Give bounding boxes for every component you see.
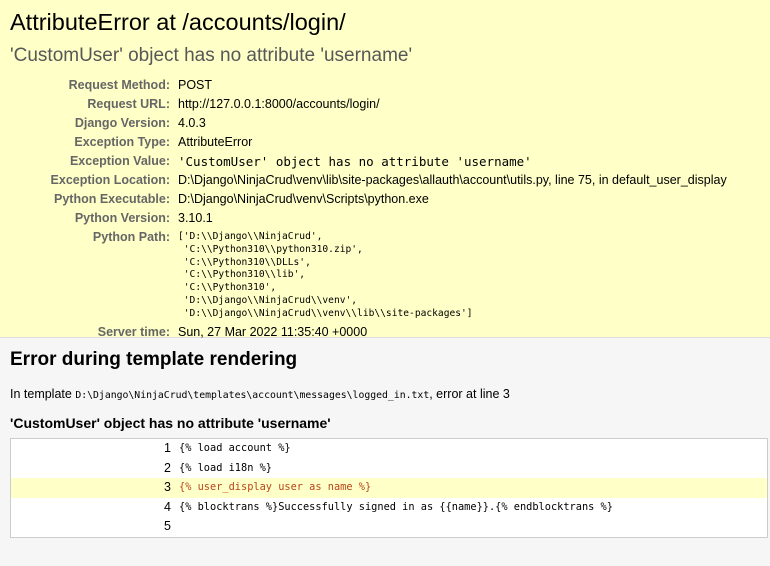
meta-value: 3.10.1 xyxy=(178,211,213,225)
meta-label: Python Path: xyxy=(92,230,170,244)
template-error-heading: Error during template rendering xyxy=(10,349,298,370)
meta-label: Exception Location: xyxy=(50,173,170,187)
meta-row: Python Version: 3.10.1 xyxy=(10,209,727,228)
meta-value: D:\Django\NinjaCrud\venv\lib\site-packag… xyxy=(178,173,727,187)
meta-value: 4.0.3 xyxy=(178,116,206,130)
template-source-table: 1 {% load account %} 2 {% load i18n %} 3 {% u… xyxy=(10,438,768,538)
source-line-error: 3 {% user_display user as name %} xyxy=(10,478,768,498)
intro-suffix: , error at line 3 xyxy=(429,387,510,401)
line-number: 4 xyxy=(164,499,171,514)
source-line: 1 {% load account %} xyxy=(11,439,768,459)
meta-label: Django Version: xyxy=(74,116,170,130)
line-code xyxy=(179,517,768,537)
meta-row: Django Version: 4.0.3 xyxy=(10,114,727,133)
line-code: {% blocktrans %}Successfully signed in a… xyxy=(179,500,613,513)
request-meta-table: Request Method: POST Request URL: http://12… xyxy=(10,76,727,342)
python-path-list: ['D:\\Django\\NinjaCrud', 'C:\\Python310… xyxy=(178,231,473,319)
error-summary: AttributeError at /accounts/login/ 'Cust… xyxy=(0,0,770,339)
error-title: AttributeError at /accounts/login/ xyxy=(10,9,346,35)
source-line: 5 xyxy=(11,517,768,537)
meta-value: http://127.0.0.1:8000/accounts/login/ xyxy=(178,97,380,111)
line-number: 3 xyxy=(10,478,179,498)
meta-row: Exception Type: AttributeError xyxy=(10,133,727,152)
line-code: {% load account %} xyxy=(179,442,291,454)
meta-label: Exception Type: xyxy=(74,135,170,149)
meta-row: Exception Location: D:\Django\NinjaCrud\v… xyxy=(10,171,727,190)
meta-value: 'CustomUser' object has no attribute 'us… xyxy=(178,154,532,169)
line-code: {% load i18n %} xyxy=(179,461,272,474)
meta-row: Exception Value: 'CustomUser' object has … xyxy=(10,152,727,171)
line-number: 1 xyxy=(164,441,171,455)
meta-label: Python Version: xyxy=(74,211,170,225)
meta-label: Request Method: xyxy=(68,78,170,92)
error-subtitle: 'CustomUser' object has no attribute 'us… xyxy=(10,45,413,66)
line-number: 5 xyxy=(164,519,171,533)
source-line: 4 {% blocktrans %}Successfully signed in … xyxy=(11,498,768,518)
template-path: D:\Django\NinjaCrud\templates\account\me… xyxy=(75,390,430,401)
meta-row: Request Method: POST xyxy=(10,76,727,95)
meta-value: ['D:\\Django\\NinjaCrud', 'C:\\Python310… xyxy=(178,228,727,323)
meta-row-python-path: Python Path: ['D:\\Django\\NinjaCrud', '… xyxy=(10,228,727,323)
meta-row: Request URL: http://127.0.0.1:8000/accoun… xyxy=(10,95,727,114)
meta-label: Request URL: xyxy=(87,97,170,111)
line-number: 2 xyxy=(164,460,171,475)
template-intro: In template D:\Django\NinjaCrud\template… xyxy=(10,385,760,405)
source-line: 2 {% load i18n %} xyxy=(11,459,768,479)
meta-row: Python Executable: D:\Django\NinjaCrud\ve… xyxy=(10,190,727,209)
meta-value: AttributeError xyxy=(178,135,253,149)
meta-label: Exception Value: xyxy=(69,154,170,168)
template-error-section: Error during template rendering In templ… xyxy=(0,338,770,566)
meta-value: D:\Django\NinjaCrud\venv\Scripts\python.… xyxy=(178,192,429,206)
meta-label: Python Executable: xyxy=(54,192,170,206)
template-error-message: 'CustomUser' object has no attribute 'us… xyxy=(10,415,331,431)
intro-prefix: In template xyxy=(10,387,72,401)
meta-value: POST xyxy=(178,78,213,92)
line-code: {% user_display user as name %} xyxy=(179,478,768,498)
